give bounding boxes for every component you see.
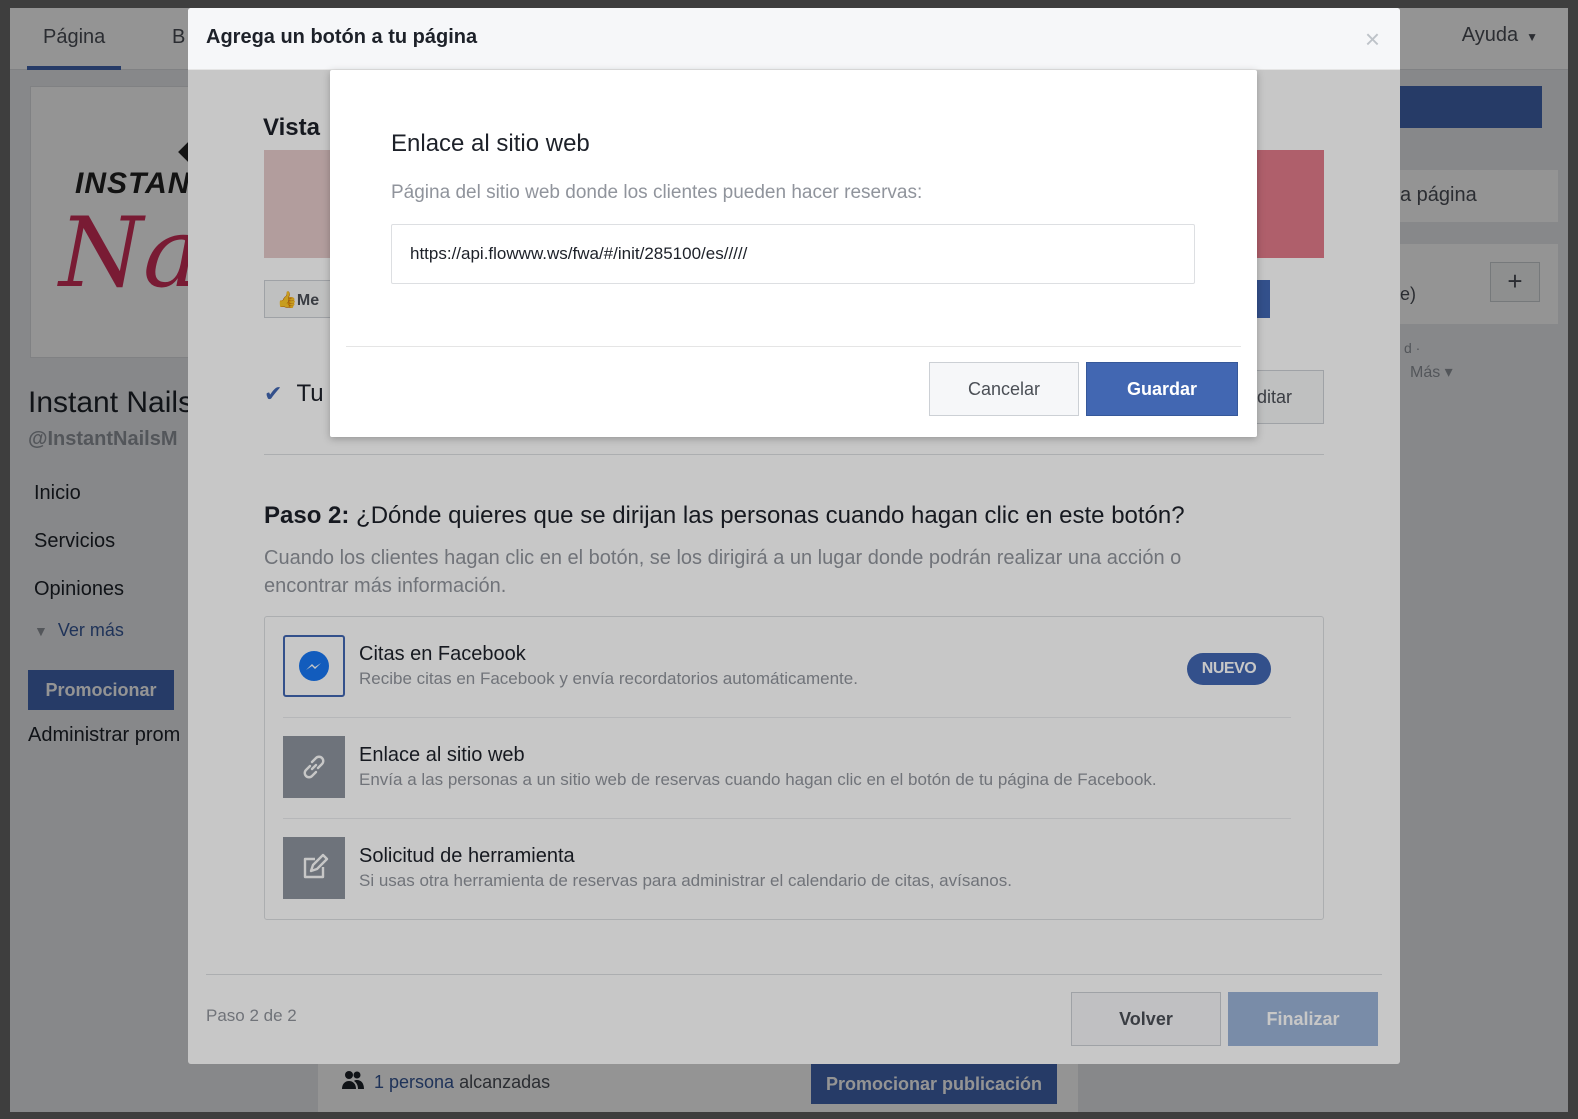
website-link-title: Enlace al sitio web [391, 130, 590, 157]
dialog-title: Agrega un botón a tu página [206, 26, 478, 48]
save-button[interactable]: Guardar [1086, 362, 1238, 416]
inner-dialog-divider [346, 346, 1241, 347]
website-url-input[interactable] [391, 224, 1195, 284]
website-url-label: Página del sitio web donde los clientes … [391, 182, 923, 203]
close-icon[interactable]: × [1365, 24, 1380, 55]
website-link-dialog: Enlace al sitio web Página del sitio web… [330, 70, 1257, 437]
cancel-button[interactable]: Cancelar [929, 362, 1079, 416]
dialog-header: Agrega un botón a tu página × [188, 8, 1400, 70]
